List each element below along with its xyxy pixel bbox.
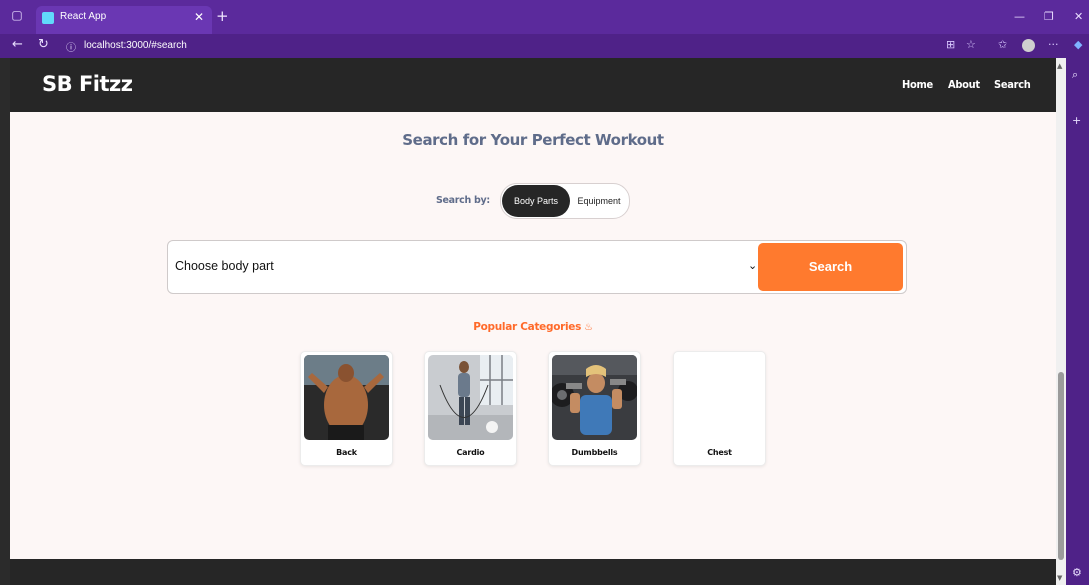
search-by-label: Search by: xyxy=(436,195,490,206)
site-info-icon[interactable]: ⓘ xyxy=(66,39,76,54)
favorite-star-icon[interactable]: ☆ xyxy=(966,38,976,51)
nav-link-search[interactable]: Search xyxy=(994,78,1031,91)
nav-link-about[interactable]: About xyxy=(948,78,980,91)
category-label: Chest xyxy=(707,448,732,457)
page-viewport: SB Fitzz Home About Search Search for Yo… xyxy=(10,58,1056,585)
tab-actions-icon[interactable]: ▢ xyxy=(10,8,24,22)
nav-link-home[interactable]: Home xyxy=(902,78,933,91)
footer xyxy=(10,559,1056,585)
category-card-dumbbells[interactable]: Dumbbells xyxy=(548,351,641,466)
popular-categories-heading: Popular Categories ♨ xyxy=(10,321,1056,333)
browser-sidebar: ⌕ + ⚙ xyxy=(1066,58,1089,585)
popular-categories-label: Popular Categories xyxy=(473,321,582,333)
toggle-equipment[interactable]: Equipment xyxy=(571,185,627,217)
sidebar-add-icon[interactable]: + xyxy=(1072,114,1081,127)
tab-close-icon[interactable]: ✕ xyxy=(194,10,204,24)
navbar: SB Fitzz Home About Search xyxy=(10,58,1056,112)
category-label: Back xyxy=(336,448,357,457)
refresh-icon[interactable]: ↻ xyxy=(38,37,49,52)
copilot-icon[interactable]: ◆ xyxy=(1074,38,1082,51)
chest-image-placeholder xyxy=(677,355,762,440)
search-mode-toggle: Body Parts Equipment xyxy=(500,183,630,219)
more-menu-icon[interactable]: ··· xyxy=(1048,38,1059,51)
close-window-icon[interactable]: ✕ xyxy=(1074,10,1083,23)
browser-tab-bar: ▢ React App ✕ + — ❐ ✕ xyxy=(0,0,1089,34)
body-part-select[interactable]: Choose body part xyxy=(175,259,274,273)
category-card-chest[interactable]: Chest xyxy=(673,351,766,466)
react-favicon-icon xyxy=(42,12,54,24)
dumbbells-photo xyxy=(552,355,637,440)
sidebar-settings-icon[interactable]: ⚙ xyxy=(1072,566,1082,579)
sidebar-search-icon[interactable]: ⌕ xyxy=(1072,68,1078,82)
back-photo xyxy=(304,355,389,440)
category-label: Dumbbells xyxy=(571,448,618,457)
back-arrow-icon[interactable]: ← xyxy=(12,37,23,52)
category-card-cardio[interactable]: Cardio xyxy=(424,351,517,466)
search-bar: Choose body part ⌄ Search xyxy=(167,240,907,294)
search-button[interactable]: Search xyxy=(758,243,903,291)
reader-view-icon[interactable]: ⊞ xyxy=(946,38,955,51)
minimize-icon[interactable]: — xyxy=(1014,10,1025,23)
cardio-photo xyxy=(428,355,513,440)
chevron-down-icon[interactable]: ⌄ xyxy=(748,259,757,272)
url-text: localhost:3000/#search xyxy=(84,40,187,51)
page-title: Search for Your Perfect Workout xyxy=(402,131,664,149)
favorites-icon[interactable]: ✩ xyxy=(998,38,1007,51)
address-bar-row: ← ↻ ⓘ localhost:3000/#search ⊞ ☆ ✩ ··· ◆ xyxy=(0,34,1089,58)
scroll-up-arrow-icon[interactable]: ▲ xyxy=(1057,62,1062,70)
restore-icon[interactable]: ❐ xyxy=(1044,10,1054,23)
category-card-back[interactable]: Back xyxy=(300,351,393,466)
logo[interactable]: SB Fitzz xyxy=(42,72,133,96)
profile-avatar[interactable] xyxy=(1022,39,1035,52)
scrollbar-thumb[interactable] xyxy=(1058,372,1064,560)
toggle-body-parts[interactable]: Body Parts xyxy=(502,185,570,217)
new-tab-icon[interactable]: + xyxy=(216,7,229,25)
category-label: Cardio xyxy=(456,448,485,457)
tab-title: React App xyxy=(60,11,107,22)
scroll-down-arrow-icon[interactable]: ▼ xyxy=(1057,574,1062,582)
address-bar[interactable]: ⓘ localhost:3000/#search xyxy=(60,37,920,55)
flame-icon: ♨ xyxy=(584,322,593,333)
browser-tab[interactable]: React App ✕ xyxy=(36,6,212,34)
